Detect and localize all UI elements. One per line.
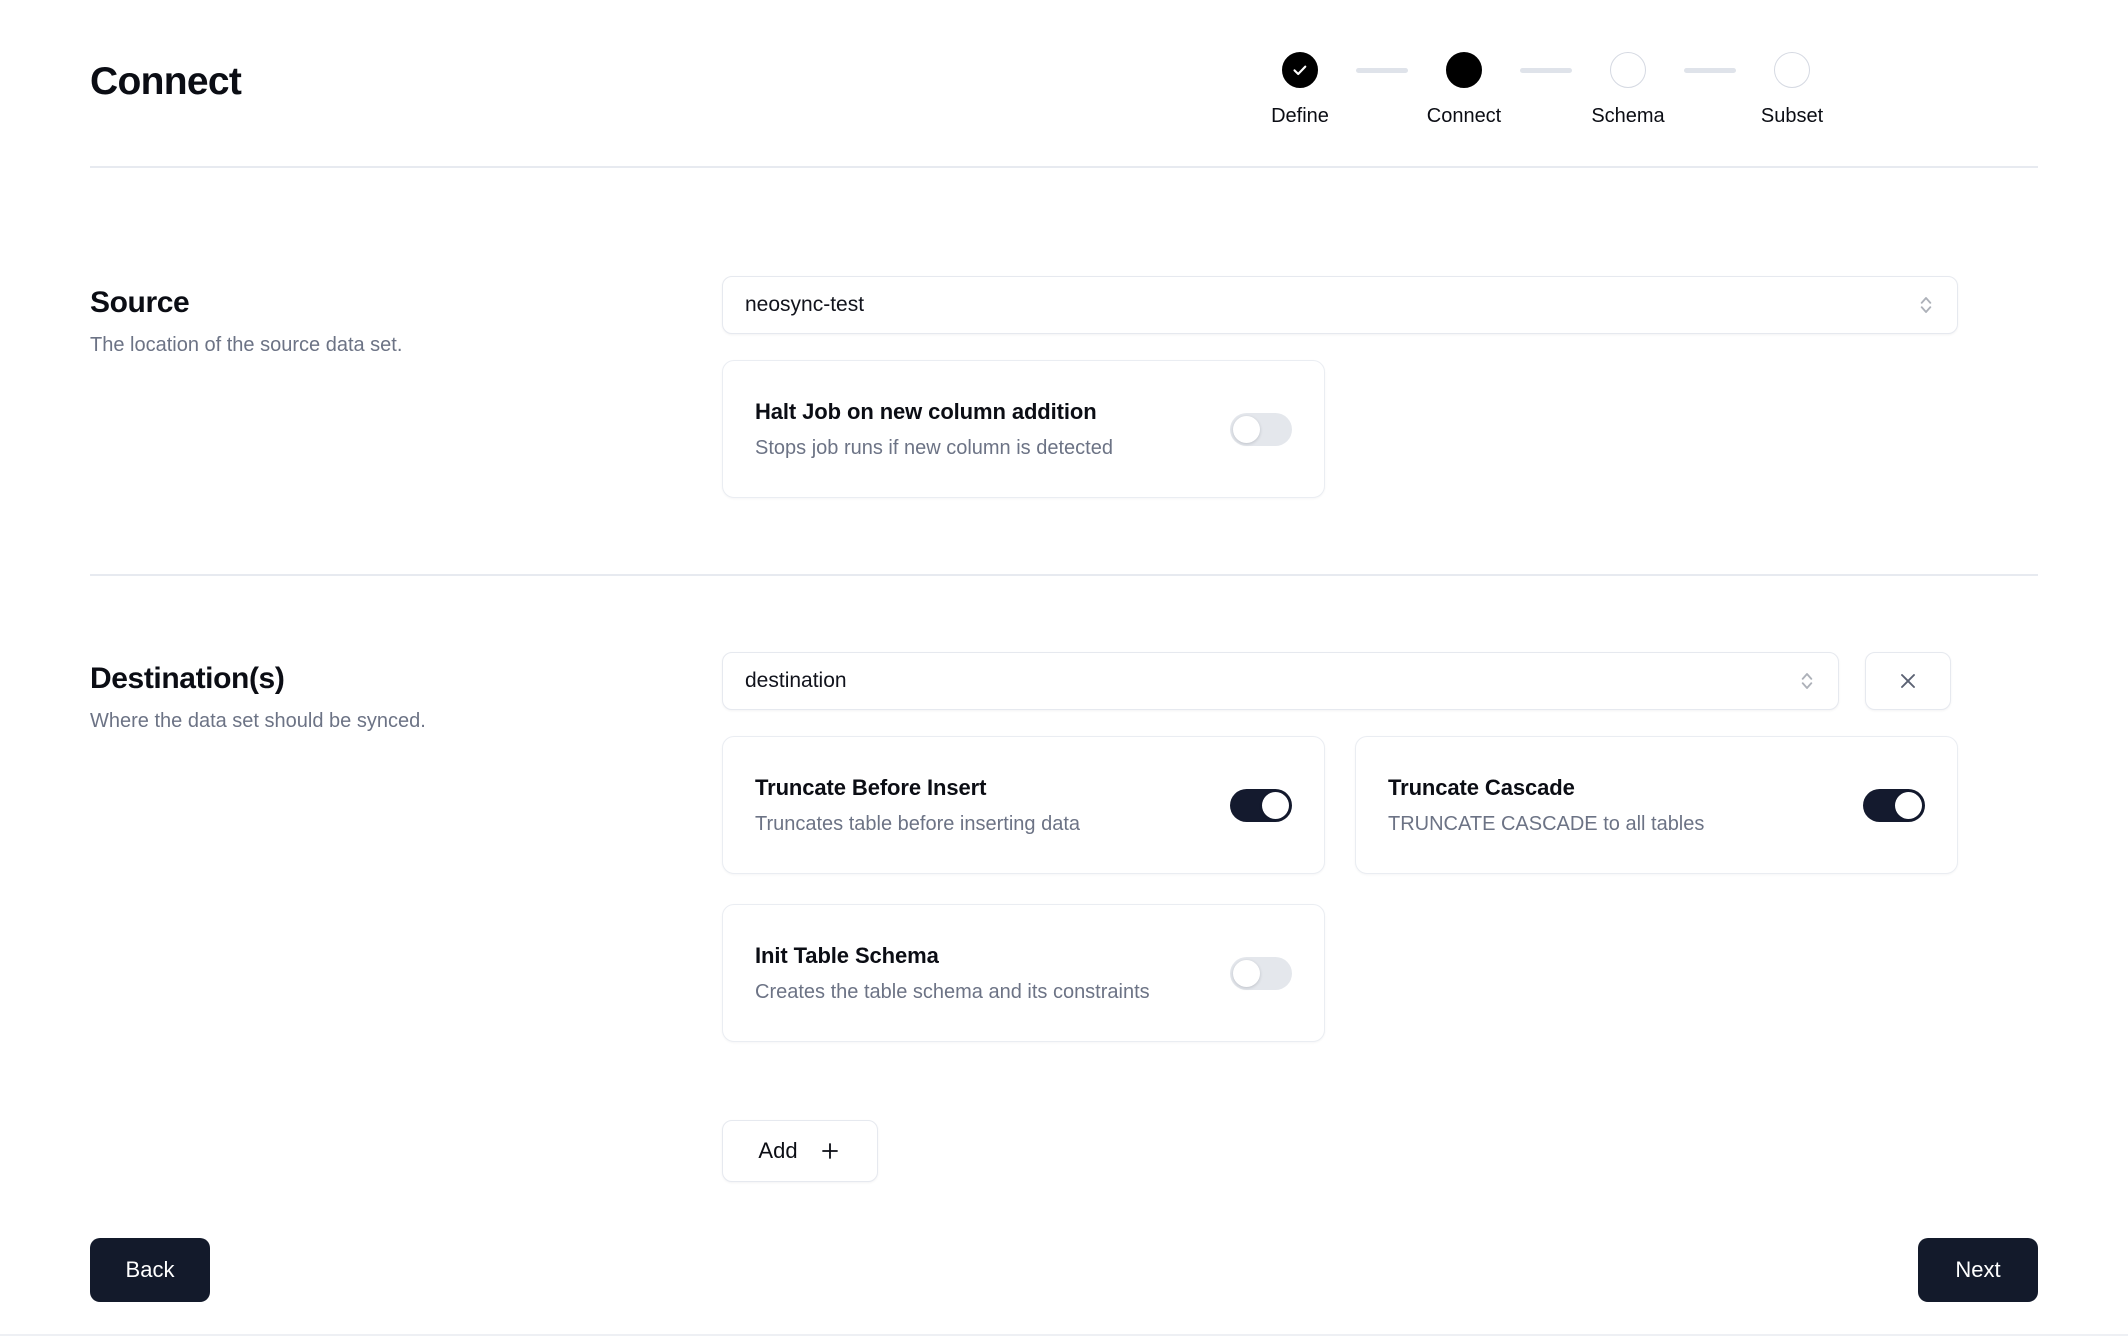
truncate-cascade-title: Truncate Cascade [1388,774,1575,800]
next-button[interactable]: Next [1918,1238,2038,1302]
truncate-cascade-text: Truncate Cascade TRUNCATE CASCADE to all… [1388,775,1704,836]
chevron-up-down-icon [1801,673,1813,689]
page-title: Connect [90,60,242,103]
truncate-before-insert-description: Truncates table before inserting data [755,812,1081,835]
source-controls: neosync-test Halt Job on new column addi… [722,276,2038,498]
destination-description: Where the data set should be synced. [90,710,426,732]
close-icon [1901,674,1915,688]
step-connect[interactable]: Connect [1408,52,1520,128]
step-connect-dot [1446,52,1482,88]
source-section: Source The location of the source data s… [0,168,2128,498]
source-section-heading: Source The location of the source data s… [90,276,722,498]
init-table-schema-title: Init Table Schema [755,942,939,968]
init-table-schema-toggle-knob [1233,959,1260,987]
step-subset-dot [1774,52,1810,88]
source-select[interactable]: neosync-test [722,276,1958,334]
halt-job-card: Halt Job on new column addition Stops jo… [722,360,1325,498]
init-table-schema-toggle[interactable] [1230,956,1292,990]
step-subset[interactable]: Subset [1736,52,1848,128]
destination-section-heading: Destination(s) Where the data set should… [90,652,722,1182]
truncate-cascade-toggle[interactable] [1863,788,1925,822]
destination-title: Destination(s) [90,662,285,695]
source-title: Source [90,286,190,319]
halt-job-text: Halt Job on new column addition Stops jo… [755,399,1113,460]
init-table-schema-text: Init Table Schema Creates the table sche… [755,943,1150,1004]
source-select-value: neosync-test [745,293,865,316]
step-define[interactable]: Define [1244,52,1356,128]
halt-job-description: Stops job runs if new column is detected [755,436,1113,459]
step-define-dot [1282,52,1318,88]
init-table-schema-card: Init Table Schema Creates the table sche… [722,904,1325,1042]
truncate-cascade-card: Truncate Cascade TRUNCATE CASCADE to all… [1355,736,1958,874]
truncate-before-insert-text: Truncate Before Insert Truncates table b… [755,775,1080,836]
truncate-before-insert-card: Truncate Before Insert Truncates table b… [722,736,1325,874]
init-table-schema-description: Creates the table schema and its constra… [755,980,1150,1003]
step-connector-1 [1356,68,1408,73]
source-option-cards: Halt Job on new column addition Stops jo… [722,360,1958,498]
connect-page: Connect Define Connect Schema Subset Sou… [0,0,2128,1336]
remove-destination-button[interactable] [1865,652,1951,710]
step-define-label: Define [1271,105,1329,127]
plus-icon [821,1143,838,1159]
step-subset-label: Subset [1760,105,1824,127]
step-schema-label: Schema [1591,105,1665,127]
add-destination-wrap: Add [722,1120,2038,1182]
back-button[interactable]: Back [90,1238,210,1302]
destination-select-row: destination [722,652,2038,710]
chevron-up-down-icon [1920,297,1932,313]
step-connector-3 [1684,68,1736,73]
page-header: Connect Define Connect Schema Subset [0,0,2128,168]
step-schema-dot [1610,52,1646,88]
destination-section: Destination(s) Where the data set should… [0,576,2128,1182]
destination-select-value: destination [745,669,847,692]
job-progress-stepper: Define Connect Schema Subset [1244,52,1848,128]
truncate-cascade-description: TRUNCATE CASCADE to all tables [1388,812,1705,835]
step-schema[interactable]: Schema [1572,52,1684,128]
truncate-before-insert-title: Truncate Before Insert [755,774,987,800]
truncate-cascade-toggle-knob [1895,791,1922,819]
add-destination-label: Add [758,1138,798,1163]
halt-job-toggle-knob [1233,415,1260,443]
step-connect-label: Connect [1426,105,1502,127]
source-description: The location of the source data set. [90,334,403,356]
truncate-before-insert-toggle-knob [1262,791,1289,819]
destination-controls: destination Truncate Before Insert Trunc… [722,652,2038,1182]
destination-option-cards: Truncate Before Insert Truncates table b… [722,736,1958,1042]
add-destination-button[interactable]: Add [722,1120,878,1182]
truncate-before-insert-toggle[interactable] [1230,788,1292,822]
check-icon [1293,65,1307,76]
wizard-footer: Back Next [0,1238,2128,1302]
destination-select[interactable]: destination [722,652,1839,710]
source-select-row: neosync-test [722,276,2038,334]
halt-job-toggle[interactable] [1230,412,1292,446]
halt-job-title: Halt Job on new column addition [755,398,1097,424]
step-connector-2 [1520,68,1572,73]
